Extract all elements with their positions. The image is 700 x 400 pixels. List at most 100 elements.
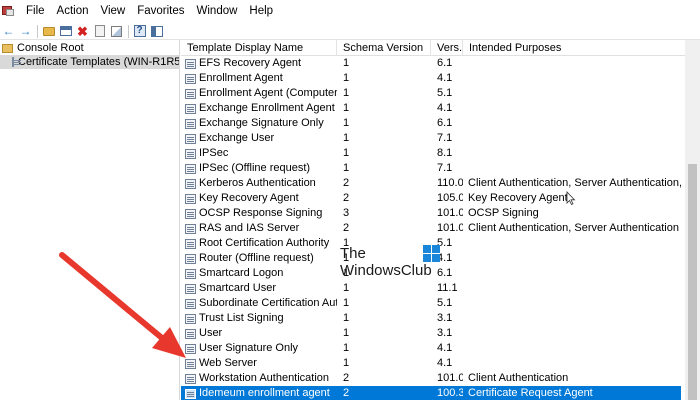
table-row[interactable]: Exchange User 1 7.1	[181, 131, 681, 146]
mmc-app-icon[interactable]	[2, 4, 16, 18]
cell-intended-purposes	[463, 251, 681, 266]
certificate-template-icon	[185, 148, 196, 159]
template-name-label: Router (Offline request)	[199, 252, 314, 264]
template-name-label: EFS Recovery Agent	[199, 57, 302, 69]
cell-intended-purposes	[463, 86, 681, 101]
cell-intended-purposes	[463, 356, 681, 371]
cell-template-name: Enrollment Agent	[181, 71, 337, 86]
cell-template-name: Exchange Signature Only	[181, 116, 337, 131]
export-list-icon[interactable]	[110, 25, 123, 38]
table-row[interactable]: Exchange Enrollment Agent (Offli... 1 4.1	[181, 101, 681, 116]
list-rows: EFS Recovery Agent 1 6.1 Enrollment Agent 1 4…	[181, 56, 681, 400]
cell-intended-purposes	[463, 296, 681, 311]
cell-template-name: EFS Recovery Agent	[181, 56, 337, 71]
table-row[interactable]: Web Server 1 4.1	[181, 356, 681, 371]
scrollbar-thumb[interactable]	[688, 164, 697, 400]
certificate-template-icon	[185, 283, 196, 294]
cell-template-name: Web Server	[181, 356, 337, 371]
cell-template-name: Workstation Authentication	[181, 371, 337, 386]
certificate-template-icon	[185, 298, 196, 309]
template-name-label: Subordinate Certification Author...	[199, 297, 337, 309]
table-row[interactable]: Kerberos Authentication 2 110.0 Client Auth…	[181, 176, 681, 191]
cell-intended-purposes	[463, 116, 681, 131]
table-row[interactable]: Enrollment Agent 1 4.1	[181, 71, 681, 86]
cell-intended-purposes	[463, 56, 681, 71]
cell-schema-version: 1	[343, 132, 350, 144]
cell-schema-version: 2	[343, 222, 350, 234]
column-header-version[interactable]: Vers...	[431, 40, 463, 56]
column-header-intended-purposes[interactable]: Intended Purposes	[463, 40, 700, 56]
table-row[interactable]: Exchange Signature Only 1 6.1	[181, 116, 681, 131]
cell-template-name: Idemeum enrollment agent	[181, 386, 337, 400]
cell-intended-purposes: Client Authentication	[468, 372, 569, 384]
cell-version: 6.1	[437, 117, 453, 129]
menu-view[interactable]: View	[95, 0, 132, 22]
template-name-label: Trust List Signing	[199, 312, 284, 324]
table-row[interactable]: Key Recovery Agent 2 105.0 Key Recovery Age…	[181, 191, 681, 206]
templates-list: Template Display Name Schema Version Ver…	[181, 40, 700, 400]
cell-intended-purposes: Certificate Request Agent	[468, 387, 593, 399]
table-row[interactable]: RAS and IAS Server 2 101.0 Client Authentic…	[181, 221, 681, 236]
column-header-template-display-name[interactable]: Template Display Name	[181, 40, 337, 56]
table-row[interactable]: Enrollment Agent (Computer) 1 5.1	[181, 86, 681, 101]
template-name-label: Idemeum enrollment agent	[199, 387, 330, 399]
cell-intended-purposes	[463, 131, 681, 146]
vertical-scrollbar[interactable]	[685, 40, 700, 400]
show-hide-action-pane-icon[interactable]	[150, 25, 163, 38]
cell-version: 110.0	[437, 177, 463, 189]
table-row[interactable]: IPSec (Offline request) 1 7.1	[181, 161, 681, 176]
cell-template-name: Subordinate Certification Author...	[181, 296, 337, 311]
watermark: The WindowsClub	[340, 245, 450, 285]
cell-schema-version: 2	[343, 372, 350, 384]
template-name-label: Web Server	[199, 357, 257, 369]
table-row[interactable]: Trust List Signing 1 3.1	[181, 311, 681, 326]
cell-version: 4.1	[437, 72, 453, 84]
cell-version: 5.1	[437, 87, 453, 99]
show-hide-console-tree-icon[interactable]	[59, 25, 72, 38]
cell-version: 8.1	[437, 147, 453, 159]
cell-schema-version: 2	[343, 192, 350, 204]
menu-help[interactable]: Help	[243, 0, 279, 22]
cell-template-name: User Signature Only	[181, 341, 337, 356]
table-row[interactable]: Workstation Authentication 2 101.0 Client A…	[181, 371, 681, 386]
template-name-label: Exchange Signature Only	[199, 117, 324, 129]
certificate-template-icon	[185, 208, 196, 219]
menu-favorites[interactable]: Favorites	[131, 0, 190, 22]
up-folder-icon[interactable]	[42, 25, 55, 38]
cell-template-name: Router (Offline request)	[181, 251, 337, 266]
cell-template-name: Exchange Enrollment Agent (Offli...	[181, 101, 337, 116]
help-icon[interactable]: ?	[133, 25, 146, 38]
table-row[interactable]: IPSec 1 8.1	[181, 146, 681, 161]
table-row[interactable]: User 1 3.1	[181, 326, 681, 341]
certificate-template-icon	[185, 88, 196, 99]
cell-template-name: Smartcard User	[181, 281, 337, 296]
certificate-template-icon	[185, 163, 196, 174]
cell-version: 101.0	[437, 222, 463, 234]
cell-version: 100.3	[437, 387, 463, 399]
table-row[interactable]: Idemeum enrollment agent 2 100.3 Certificat…	[181, 386, 681, 400]
properties-icon[interactable]	[93, 25, 106, 38]
column-header-schema-version[interactable]: Schema Version	[337, 40, 431, 56]
menu-window[interactable]: Window	[191, 0, 244, 22]
table-row[interactable]: Subordinate Certification Author... 1 5.1	[181, 296, 681, 311]
cell-schema-version: 1	[343, 102, 350, 114]
template-name-label: Enrollment Agent (Computer)	[199, 87, 337, 99]
table-row[interactable]: OCSP Response Signing 3 101.0 OCSP Signing	[181, 206, 681, 221]
cell-version: 5.1	[437, 297, 453, 309]
menu-file[interactable]: File	[20, 0, 51, 22]
cell-intended-purposes: Client Authentication, Server Authentica…	[468, 222, 679, 234]
toolbar-separator	[37, 24, 38, 38]
table-row[interactable]: EFS Recovery Agent 1 6.1	[181, 56, 681, 71]
delete-icon[interactable]: ✖	[76, 25, 89, 38]
forward-arrow-icon[interactable]: →	[19, 24, 32, 38]
table-row[interactable]: User Signature Only 1 4.1	[181, 341, 681, 356]
menu-action[interactable]: Action	[51, 0, 95, 22]
certificate-template-icon	[185, 193, 196, 204]
tree-item-label: Console Root	[17, 42, 84, 54]
tree-item-console-root[interactable]: Console Root	[0, 41, 179, 55]
cell-template-name: OCSP Response Signing	[181, 206, 337, 221]
toolbar-separator	[128, 24, 129, 38]
cell-template-name: Trust List Signing	[181, 311, 337, 326]
back-arrow-icon[interactable]: ←	[2, 24, 15, 38]
tree-item-certificate-templates[interactable]: Certificate Templates (WIN-R1R5M1U	[0, 55, 179, 69]
